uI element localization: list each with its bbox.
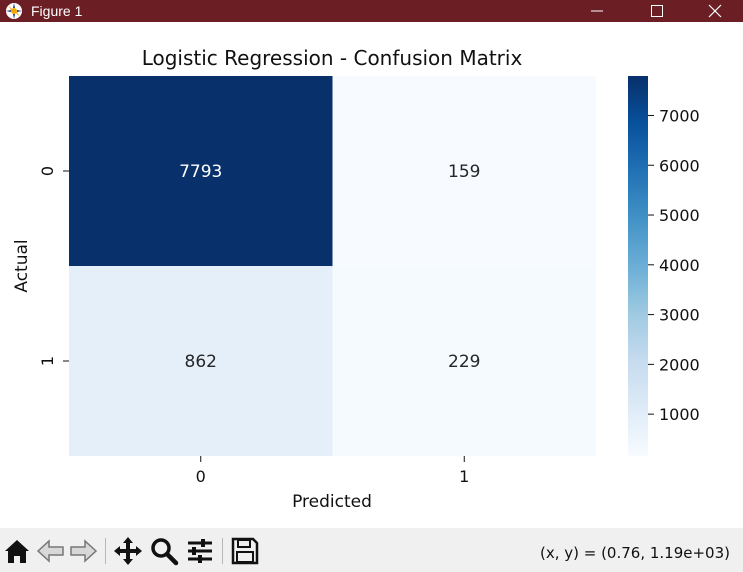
close-icon [708,4,722,18]
colorbar-tick-label: 7000 [659,106,700,125]
configure-icon [188,539,212,563]
zoom-button[interactable] [149,536,179,566]
pan-button[interactable] [113,536,143,566]
colorbar-tick-label: 2000 [659,355,700,374]
close-button[interactable] [692,0,738,22]
pan-icon [114,537,142,565]
zoom-icon [151,538,179,566]
save-button[interactable] [230,536,260,566]
toolbar-separator [222,538,223,564]
colorbar-tick-label: 4000 [659,256,700,275]
x-tick-label: 1 [459,467,469,486]
window-titlebar: Figure 1 [0,0,743,22]
back-icon [36,539,64,563]
save-icon [231,537,259,565]
forward-button[interactable] [68,536,98,566]
matplotlib-app-icon [6,3,22,19]
home-button[interactable] [2,536,32,566]
forward-icon [70,539,98,563]
colorbar-tick-label: 3000 [659,306,700,325]
y-tick-label: 0 [38,166,57,176]
configure-subplots-button[interactable] [185,536,215,566]
cell-annotation: 7793 [179,162,222,182]
minimize-button[interactable] [574,0,620,22]
y-tick-label: 1 [38,356,57,366]
colorbar-tick-label: 6000 [659,156,700,175]
colorbar-tick-label: 5000 [659,206,700,225]
x-tick-label: 0 [196,467,206,486]
colorbar [628,76,648,456]
figure-canvas[interactable]: Logistic Regression - Confusion Matrix 7… [0,22,743,528]
cell-annotation: 862 [185,352,217,372]
back-button[interactable] [36,536,66,566]
minimize-icon [591,10,603,12]
home-icon [5,540,29,563]
cell-annotation: 159 [448,162,480,182]
maximize-icon [651,5,663,17]
colorbar-tick-label: 1000 [659,405,700,424]
cursor-coordinates: (x, y) = (0.76, 1.19e+03) [539,544,730,562]
confusion-matrix-chart: Logistic Regression - Confusion Matrix 7… [12,46,700,512]
chart-title: Logistic Regression - Confusion Matrix [142,46,523,70]
cell-annotation: 229 [448,352,480,372]
y-axis-label: Actual [12,239,32,292]
navigation-toolbar: (x, y) = (0.76, 1.19e+03) [0,528,743,572]
toolbar-separator [105,538,106,564]
x-axis-label: Predicted [292,492,372,512]
maximize-button[interactable] [634,0,680,22]
window-title: Figure 1 [31,3,83,19]
